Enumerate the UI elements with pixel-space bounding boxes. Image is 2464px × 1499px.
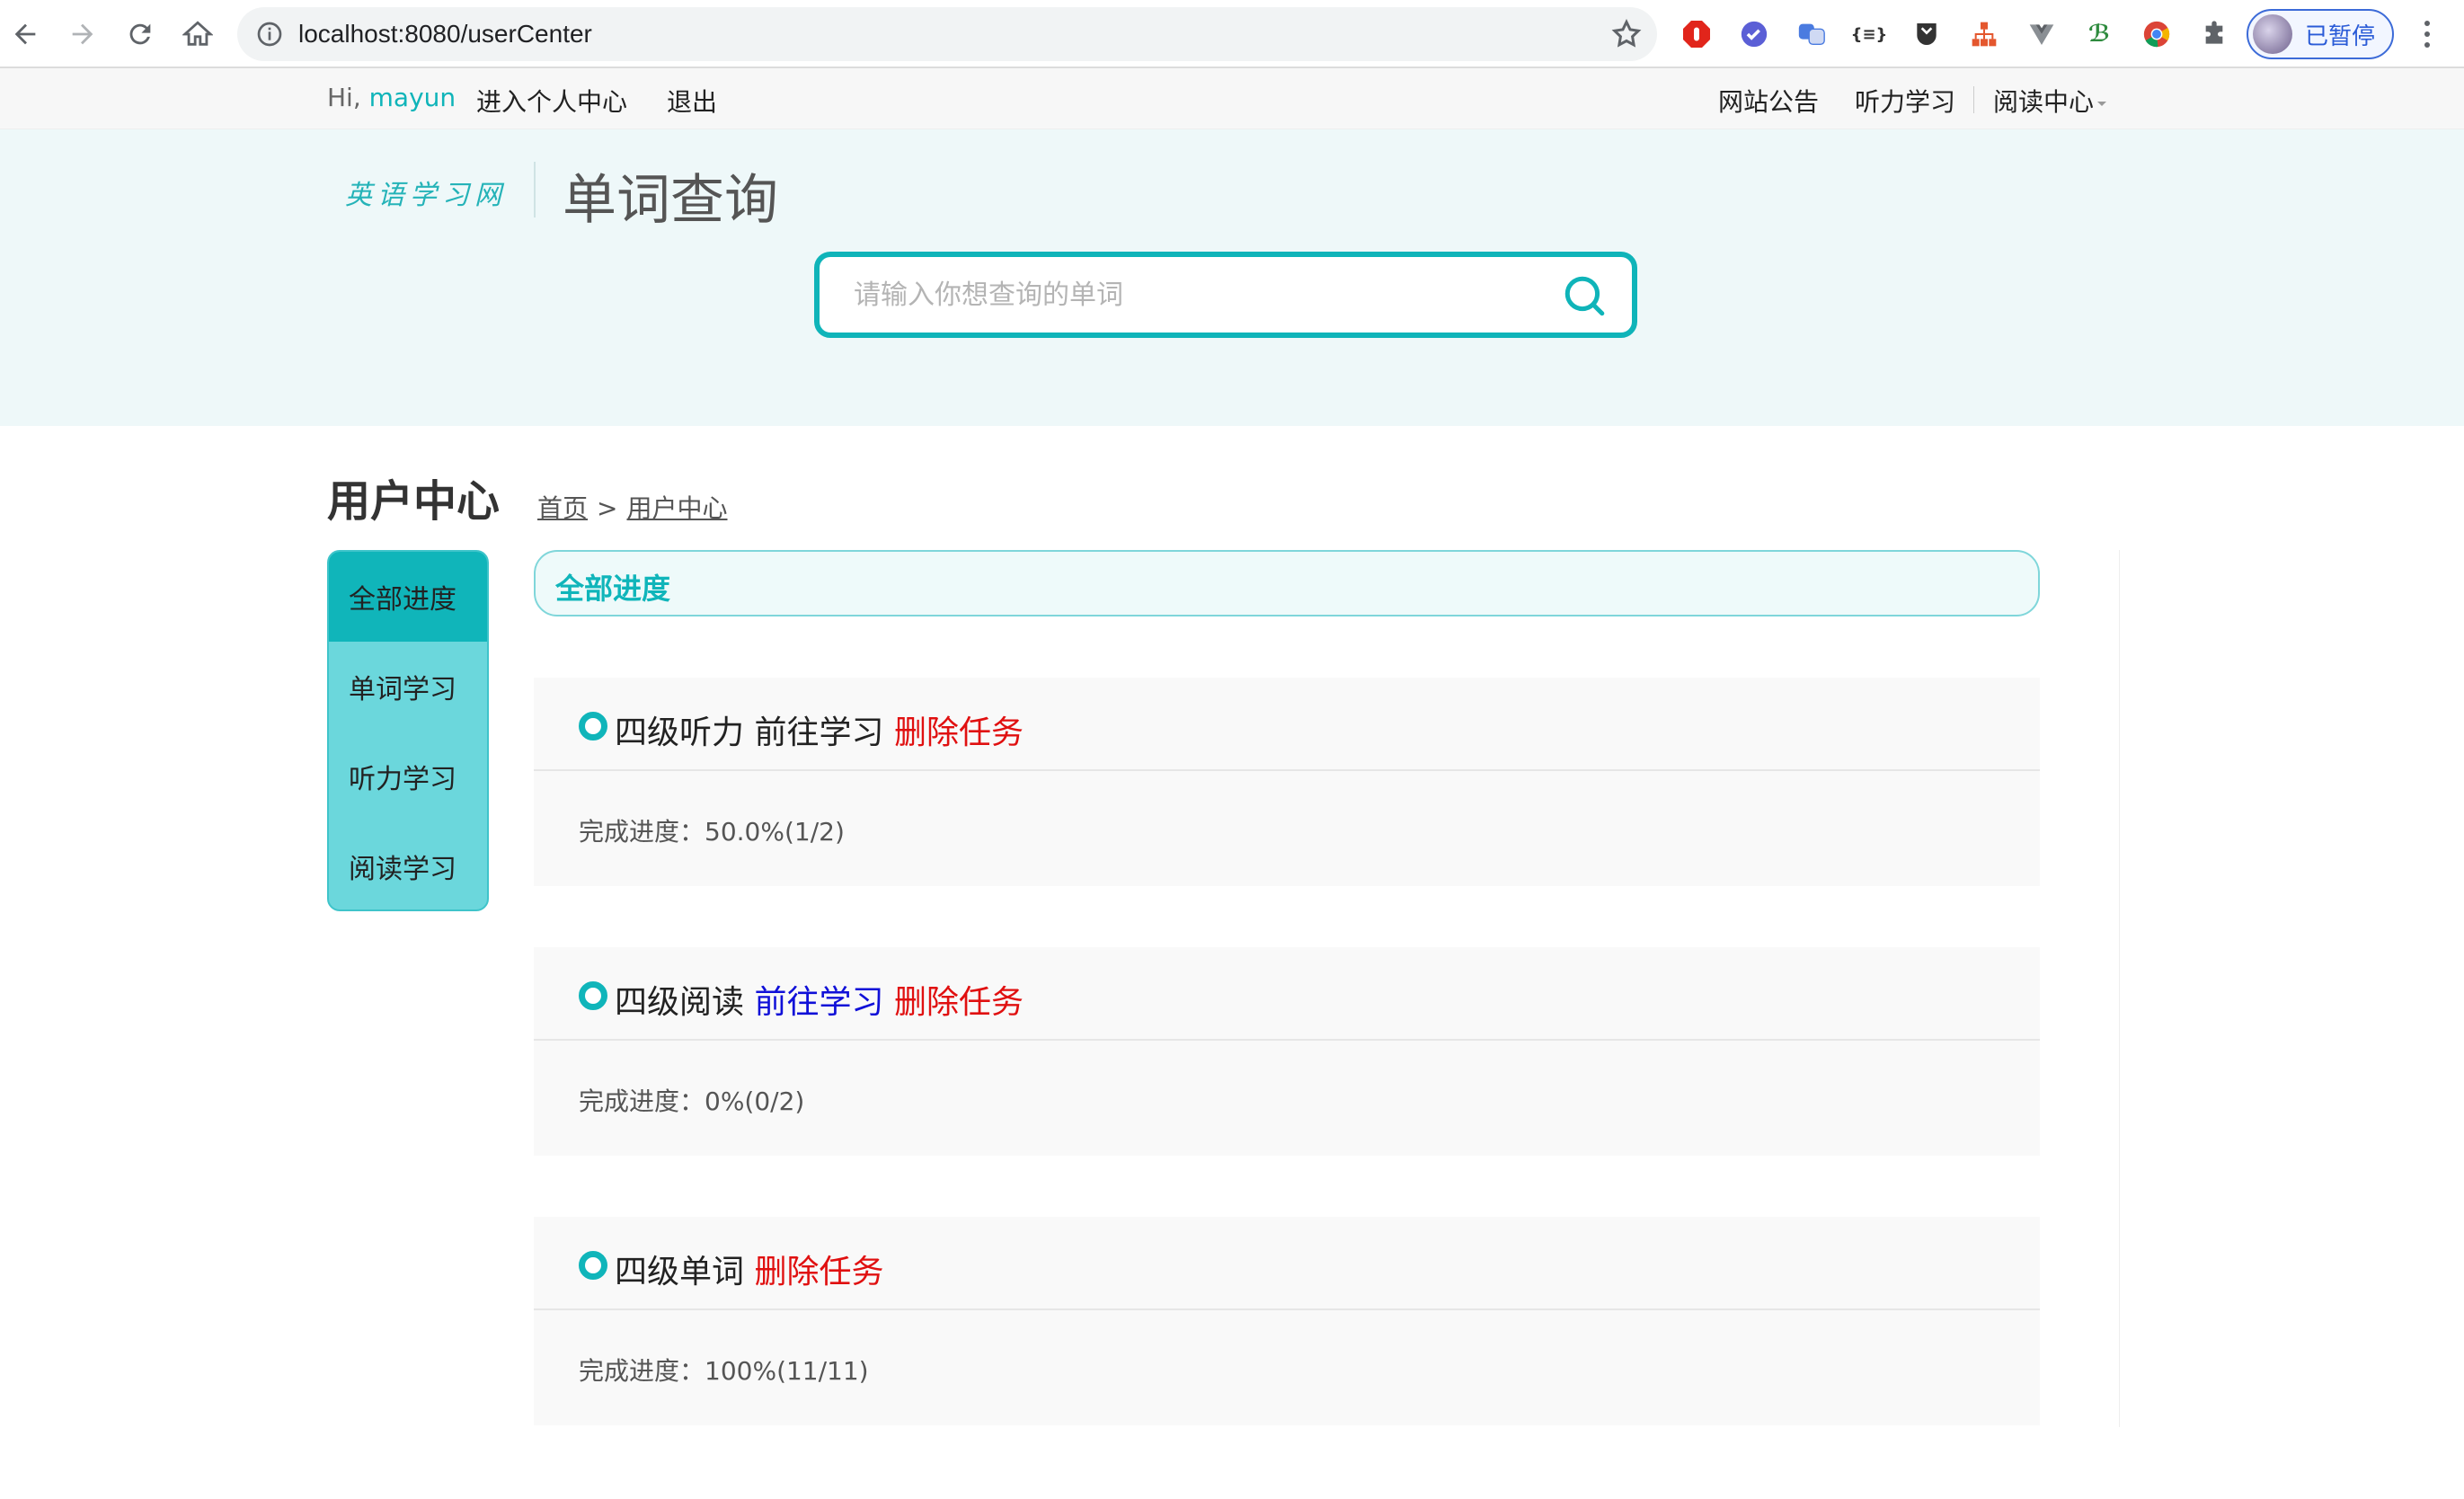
task-progress: 完成进度：100%(11/11): [579, 1352, 869, 1388]
site-logo[interactable]: 英语学习网: [345, 173, 507, 212]
page-title: 用户中心: [327, 476, 501, 527]
username-link[interactable]: mayun: [369, 83, 456, 112]
vue-icon[interactable]: [2024, 16, 2060, 52]
task-card-header: 四级单词 删除任务: [534, 1217, 2040, 1310]
task-card: 四级阅读 前往学习 删除任务 完成进度：0%(0/2): [534, 947, 2040, 1156]
task-title-line: 四级阅读 前往学习 删除任务: [615, 976, 1024, 1023]
divider: [534, 162, 536, 217]
progress-value: 100%(11/11): [705, 1356, 869, 1386]
reload-icon[interactable]: [122, 16, 158, 52]
browser-toolbar: localhost:8080/userCenter {≡} ℬ 已暂停: [0, 0, 2464, 68]
greeting-text: Hi,: [327, 83, 361, 112]
go-study-link[interactable]: 前往学习: [754, 714, 883, 751]
go-study-link[interactable]: 前往学习: [754, 984, 883, 1021]
logout-link[interactable]: 退出: [667, 83, 717, 119]
profile-button[interactable]: 已暂停: [2247, 9, 2394, 59]
divider: [1973, 86, 1974, 113]
forward-icon[interactable]: [65, 16, 101, 52]
progress-value: 0%(0/2): [705, 1087, 805, 1116]
divider: [2119, 550, 2120, 1427]
breadcrumb-home-link[interactable]: 首页: [537, 493, 588, 523]
header-title: 单词查询: [563, 169, 778, 232]
task-card-header: 四级阅读 前往学习 删除任务: [534, 947, 2040, 1041]
task-name: 四级阅读: [615, 984, 745, 1021]
chevron-down-icon: [2097, 101, 2107, 106]
personal-center-link[interactable]: 进入个人中心: [476, 83, 627, 119]
sitemap-icon[interactable]: [1966, 16, 2002, 52]
task-title-line: 四级单词 删除任务: [615, 1246, 883, 1292]
checkmark-icon[interactable]: [1736, 16, 1772, 52]
sidebar-item-listening-study[interactable]: 听力学习: [329, 732, 487, 821]
adblock-icon[interactable]: [1679, 16, 1715, 52]
task-card: 四级单词 删除任务 完成进度：100%(11/11): [534, 1217, 2040, 1425]
avatar: [2253, 14, 2292, 54]
delete-task-link[interactable]: 删除任务: [754, 1254, 883, 1291]
puzzle-icon[interactable]: [2196, 16, 2232, 52]
panel-heading: 全部进度: [555, 572, 671, 606]
task-progress: 完成进度：50.0%(1/2): [579, 812, 845, 848]
breadcrumb-separator: >: [597, 493, 618, 523]
circle-bullet-icon: [579, 712, 607, 741]
bookmark-star-icon[interactable]: [1610, 18, 1643, 50]
url-text[interactable]: localhost:8080/userCenter: [298, 20, 592, 49]
translate-icon[interactable]: [1794, 16, 1830, 52]
word-search-box: [814, 252, 1637, 338]
back-icon[interactable]: [7, 16, 43, 52]
delete-task-link[interactable]: 删除任务: [894, 984, 1024, 1021]
circle-bullet-icon: [579, 981, 607, 1010]
search-input[interactable]: [854, 277, 1537, 313]
address-bar[interactable]: localhost:8080/userCenter: [237, 7, 1657, 61]
breadcrumb-current-link[interactable]: 用户中心: [626, 493, 727, 523]
progress-label: 完成进度：: [579, 817, 705, 847]
task-name: 四级单词: [615, 1254, 745, 1291]
sidebar-item-word-study[interactable]: 单词学习: [329, 642, 487, 732]
top-nav-bar: Hi, mayun 进入个人中心 退出 网站公告 听力学习 阅读中心: [0, 68, 2464, 129]
sidebar-item-all-progress[interactable]: 全部进度: [329, 552, 487, 642]
sidebar-item-reading-study[interactable]: 阅读学习: [329, 821, 487, 909]
panel-header: 全部进度: [534, 550, 2040, 616]
delete-task-link[interactable]: 删除任务: [894, 714, 1024, 751]
announcements-link[interactable]: 网站公告: [1718, 83, 1819, 119]
breadcrumb: 首页 > 用户中心: [537, 489, 728, 525]
reading-center-dropdown[interactable]: 阅读中心: [1993, 83, 2107, 119]
task-progress: 完成进度：0%(0/2): [579, 1082, 804, 1118]
shield-icon[interactable]: [1909, 16, 1945, 52]
progress-value: 50.0%(1/2): [705, 817, 845, 847]
home-icon[interactable]: [180, 16, 216, 52]
task-title-line: 四级听力 前往学习 删除任务: [615, 706, 1024, 753]
task-card-header: 四级听力 前往学习 删除任务: [534, 678, 2040, 771]
formula-icon[interactable]: ℬ: [2081, 16, 2117, 52]
task-card: 四级听力 前往学习 删除任务 完成进度：50.0%(1/2): [534, 678, 2040, 886]
info-icon[interactable]: [255, 20, 284, 49]
progress-label: 完成进度：: [579, 1087, 705, 1116]
greeting: Hi, mayun: [327, 83, 456, 112]
json-icon[interactable]: {≡}: [1851, 16, 1888, 52]
search-icon[interactable]: [1562, 273, 1607, 318]
progress-label: 完成进度：: [579, 1356, 705, 1386]
circle-bullet-icon: [579, 1251, 607, 1280]
reading-center-label: 阅读中心: [1993, 87, 2095, 117]
site-header: 英语学习网 单词查询: [0, 129, 2464, 426]
task-name: 四级听力: [615, 714, 745, 751]
sidebar-menu: 全部进度 单词学习 听力学习 阅读学习: [327, 550, 489, 911]
chrome-icon[interactable]: [2139, 16, 2175, 52]
browser-menu-icon[interactable]: [2414, 16, 2441, 52]
profile-status-label: 已暂停: [2305, 22, 2376, 50]
listening-link[interactable]: 听力学习: [1855, 83, 1955, 119]
